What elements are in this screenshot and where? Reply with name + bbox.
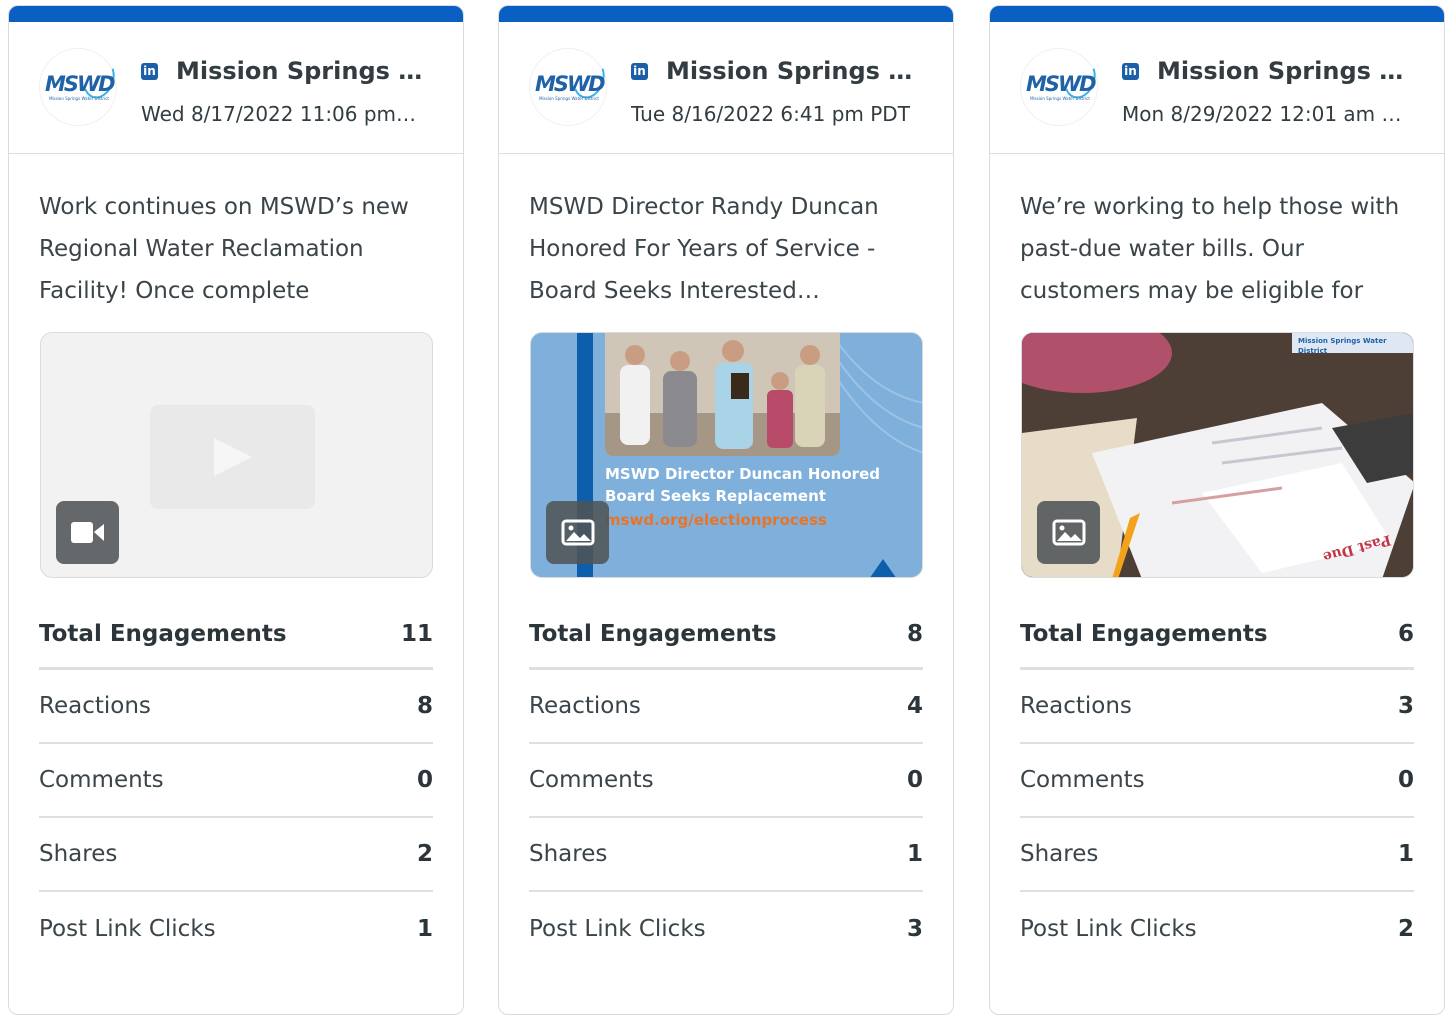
stat-row-reactions: Reactions 8	[39, 670, 433, 744]
stat-value: 2	[416, 841, 433, 867]
image-icon	[1052, 519, 1086, 546]
card-accent-bar	[9, 6, 463, 22]
avatar[interactable]: MSWD Mission Springs Water District	[1020, 48, 1101, 126]
logo-subtitle: Mission Springs Water District	[539, 96, 599, 101]
video-camera-icon	[71, 522, 104, 543]
image-caption-1: MSWD Director Duncan Honored	[605, 465, 880, 483]
engagement-stats: Total Engagements 11 Reactions 8 Comment…	[39, 600, 433, 966]
post-date: Wed 8/17/2022 11:06 pm PDT	[141, 102, 421, 126]
post-card[interactable]: MSWD Mission Springs Water District in M…	[989, 5, 1445, 1015]
engagement-stats: Total Engagements 8 Reactions 4 Comments…	[529, 600, 923, 966]
card-accent-bar	[499, 6, 953, 22]
stat-value: 3	[1397, 693, 1414, 719]
stat-row-comments: Comments 0	[1020, 744, 1414, 818]
post-date: Mon 8/29/2022 12:01 am PDT	[1122, 102, 1402, 126]
media-type-badge	[1037, 501, 1100, 564]
stat-value: 1	[906, 841, 923, 867]
stat-row-total: Total Engagements 11	[39, 600, 433, 670]
page-name[interactable]: Mission Springs Water District	[176, 55, 436, 87]
post-card[interactable]: MSWD Mission Springs Water District in M…	[498, 5, 954, 1015]
image-watermark: Mission Springs Water District	[1298, 337, 1387, 355]
post-text: MSWD Director Randy Duncan Honored For Y…	[529, 194, 879, 304]
stat-row-shares: Shares 2	[39, 818, 433, 892]
logo-text: MSWD	[535, 72, 606, 96]
post-image[interactable]: Mission Springs Water District Past Due	[1021, 332, 1414, 578]
stat-value: 3	[906, 916, 923, 942]
stat-label: Total Engagements	[529, 620, 777, 647]
stat-value: 1	[416, 916, 433, 942]
post-card[interactable]: MSWD Mission Springs Water District in M…	[8, 5, 464, 1015]
stat-label: Comments	[39, 767, 164, 793]
logo-subtitle: Mission Springs Water District	[49, 96, 109, 101]
card-accent-bar	[990, 6, 1444, 22]
linkedin-icon: in	[1122, 63, 1139, 80]
image-caption-2: Board Seeks Replacement	[605, 487, 826, 505]
stat-value: 4	[906, 693, 923, 719]
video-thumbnail[interactable]	[40, 332, 433, 578]
page-name[interactable]: Mission Springs Water District	[666, 55, 926, 87]
stat-row-comments: Comments 0	[529, 744, 923, 818]
photo-people-illustration	[605, 333, 840, 456]
stat-label: Post Link Clicks	[1020, 916, 1197, 942]
stat-label: Comments	[1020, 767, 1145, 793]
post-text: We’re working to help those with past-du…	[1020, 194, 1400, 304]
stat-label: Shares	[39, 841, 118, 867]
page-name[interactable]: Mission Springs Water District	[1157, 55, 1417, 87]
stat-row-shares: Shares 1	[529, 818, 923, 892]
post-text: Work continues on MSWD’s new Regional Wa…	[39, 194, 409, 304]
avatar[interactable]: MSWD Mission Springs Water District	[529, 48, 610, 126]
linkedin-icon: in	[141, 63, 158, 80]
stat-label: Post Link Clicks	[529, 916, 706, 942]
stat-label: Reactions	[529, 693, 641, 719]
stat-value: 6	[1397, 620, 1414, 647]
stat-row-total: Total Engagements 8	[529, 600, 923, 670]
logo-text: MSWD	[45, 72, 116, 96]
video-player-placeholder	[150, 405, 315, 509]
stat-label: Shares	[1020, 841, 1099, 867]
post-image[interactable]: MSWD Director Duncan Honored Board Seeks…	[530, 332, 923, 578]
image-caption-url: mswd.org/electionprocess	[605, 511, 827, 529]
card-header: MSWD Mission Springs Water District in M…	[9, 22, 463, 154]
avatar[interactable]: MSWD Mission Springs Water District	[39, 48, 120, 126]
engagement-stats: Total Engagements 6 Reactions 3 Comments…	[1020, 600, 1414, 966]
stat-row-reactions: Reactions 4	[529, 670, 923, 744]
logo-text: MSWD	[1026, 72, 1097, 96]
stat-row-reactions: Reactions 3	[1020, 670, 1414, 744]
stat-value: 8	[906, 620, 923, 647]
card-header: MSWD Mission Springs Water District in M…	[499, 22, 953, 154]
stat-value: 8	[416, 693, 433, 719]
media-type-badge	[546, 501, 609, 564]
media-type-badge	[56, 501, 119, 564]
stat-label: Reactions	[39, 693, 151, 719]
award-photo	[605, 333, 840, 456]
stat-row-clicks: Post Link Clicks 1	[39, 892, 433, 966]
stat-row-shares: Shares 1	[1020, 818, 1414, 892]
linkedin-icon: in	[631, 63, 648, 80]
stat-value: 11	[400, 620, 433, 647]
card-header: MSWD Mission Springs Water District in M…	[990, 22, 1444, 154]
stat-value: 0	[1397, 767, 1414, 793]
stat-value: 1	[1397, 841, 1414, 867]
stat-value: 0	[906, 767, 923, 793]
stat-label: Reactions	[1020, 693, 1132, 719]
stat-value: 2	[1397, 916, 1414, 942]
stat-label: Post Link Clicks	[39, 916, 216, 942]
stat-value: 0	[416, 767, 433, 793]
stat-row-clicks: Post Link Clicks 3	[529, 892, 923, 966]
image-icon	[561, 519, 595, 546]
logo-subtitle: Mission Springs Water District	[1030, 96, 1090, 101]
play-icon	[214, 438, 252, 476]
stat-label: Total Engagements	[1020, 620, 1268, 647]
stat-label: Total Engagements	[39, 620, 287, 647]
stat-row-clicks: Post Link Clicks 2	[1020, 892, 1414, 966]
post-date: Tue 8/16/2022 6:41 pm PDT	[631, 102, 910, 126]
stat-row-comments: Comments 0	[39, 744, 433, 818]
stat-row-total: Total Engagements 6	[1020, 600, 1414, 670]
stat-label: Comments	[529, 767, 654, 793]
stat-label: Shares	[529, 841, 608, 867]
